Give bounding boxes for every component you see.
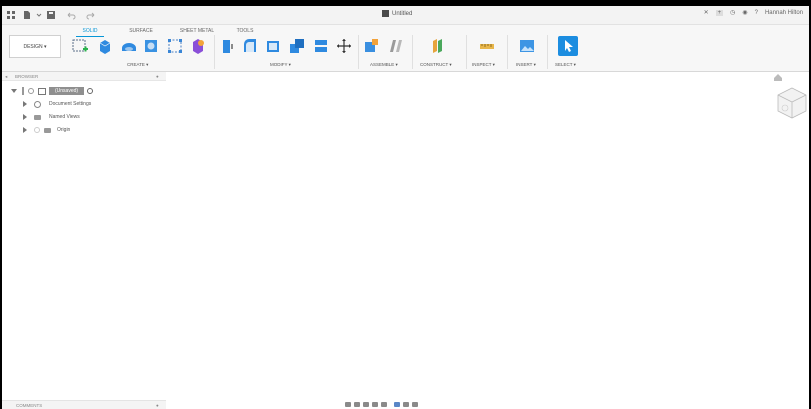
expand-icon[interactable] — [23, 114, 27, 120]
add-tab-icon[interactable]: + — [715, 9, 724, 16]
select-cursor-icon[interactable] — [558, 36, 578, 56]
separator — [466, 35, 467, 69]
revolve-icon[interactable] — [121, 38, 137, 54]
tab-surface[interactable]: SURFACE — [116, 26, 166, 37]
document-cube-icon — [382, 10, 389, 17]
grid-menu-icon[interactable] — [6, 10, 16, 20]
document-title: Untitled — [382, 10, 412, 17]
tree-root-row[interactable]: (Unsaved) — [11, 85, 94, 97]
tree-item-label: Document Settings — [49, 101, 92, 107]
job-status-icon[interactable]: ◷ — [730, 9, 735, 16]
create-group-label[interactable]: CREATE ▾ — [127, 62, 148, 68]
separator — [547, 35, 548, 69]
workspace-switcher-button[interactable]: DESIGN ▾ — [9, 35, 61, 58]
document-title-text: Untitled — [392, 10, 413, 17]
title-bar: Untitled ✕ + ◷ ◉ ? Hannah Hilton — [2, 6, 809, 25]
document-icon — [38, 87, 46, 95]
grid-settings-icon[interactable] — [403, 402, 409, 407]
app-window: Untitled ✕ + ◷ ◉ ? Hannah Hilton DESIGN … — [2, 6, 809, 409]
assemble-group-label[interactable]: ASSEMBLE ▾ — [370, 62, 398, 68]
view-cube[interactable] — [774, 84, 809, 126]
ribbon-tabs: SOLID SURFACE SHEET METAL TOOLS — [76, 26, 260, 37]
title-bar-right: ✕ + ◷ ◉ ? Hannah Hilton — [704, 9, 803, 16]
redo-icon[interactable] — [86, 10, 96, 20]
fillet-icon[interactable] — [242, 38, 258, 54]
browser-title: BROWSER — [15, 74, 39, 79]
shell-icon[interactable] — [265, 38, 281, 54]
pin-icon[interactable]: ● — [156, 403, 159, 408]
undo-icon[interactable] — [66, 10, 76, 20]
joint-icon[interactable] — [388, 38, 404, 54]
tree-item-document-settings[interactable]: Document Settings — [23, 98, 91, 110]
visibility-eye-icon[interactable] — [28, 88, 34, 94]
offset-plane-icon[interactable] — [430, 38, 446, 54]
new-component-icon[interactable] — [364, 38, 380, 54]
viewports-icon[interactable] — [412, 402, 418, 407]
tree-item-origin[interactable]: Origin — [23, 124, 70, 136]
separator — [214, 35, 215, 69]
split-body-icon[interactable] — [313, 38, 329, 54]
expand-icon[interactable] — [11, 89, 17, 93]
zoom-icon[interactable] — [372, 402, 378, 407]
navigation-bar — [345, 400, 418, 409]
gear-icon — [34, 100, 41, 108]
display-settings-icon[interactable] — [394, 402, 400, 407]
comments-panel-header[interactable]: COMMENTS ● — [2, 400, 166, 409]
visibility-eye-icon[interactable] — [34, 127, 40, 133]
move-icon[interactable] — [336, 38, 352, 54]
fit-icon[interactable] — [381, 402, 387, 407]
activate-radio-icon[interactable] — [87, 88, 94, 94]
insert-image-icon[interactable] — [519, 38, 535, 54]
expand-icon[interactable] — [23, 101, 27, 107]
pin-icon[interactable]: ● — [156, 74, 159, 79]
inspect-group-label[interactable]: INSPECT ▾ — [472, 62, 495, 68]
press-pull-icon[interactable] — [220, 38, 236, 54]
save-icon[interactable] — [46, 10, 56, 20]
notifications-icon[interactable]: ◉ — [742, 9, 747, 16]
user-name[interactable]: Hannah Hilton — [765, 10, 803, 16]
toolbar-ribbon: DESIGN ▾ SOLID SURFACE SHEET METAL TOOLS… — [2, 25, 809, 72]
pattern-icon[interactable] — [167, 38, 183, 54]
create-form-icon[interactable] — [190, 38, 206, 54]
help-icon[interactable]: ? — [755, 10, 758, 16]
look-at-icon[interactable] — [354, 402, 360, 407]
separator — [507, 35, 508, 69]
insert-group-label[interactable]: INSERT ▾ — [516, 62, 536, 68]
divider — [22, 87, 24, 95]
create-sketch-icon[interactable] — [72, 38, 88, 54]
combine-icon[interactable] — [289, 38, 305, 54]
close-tab-icon[interactable]: ✕ — [704, 9, 709, 16]
tree-item-named-views[interactable]: Named Views — [23, 111, 80, 123]
root-component-label[interactable]: (Unsaved) — [49, 87, 85, 95]
collapse-icon[interactable]: ◂ — [5, 74, 7, 80]
folder-icon — [34, 114, 41, 120]
select-group-label[interactable]: SELECT ▾ — [555, 62, 576, 68]
hole-icon[interactable] — [143, 38, 159, 54]
tab-solid[interactable]: SOLID — [76, 26, 104, 37]
measure-icon[interactable] — [479, 38, 495, 54]
separator — [358, 35, 359, 69]
tree-item-label: Named Views — [49, 114, 80, 120]
tree-item-label: Origin — [57, 127, 71, 133]
extrude-icon[interactable] — [97, 38, 113, 54]
tab-tools[interactable]: TOOLS — [230, 26, 260, 37]
browser-panel-header[interactable]: ◂ BROWSER ● — [2, 72, 166, 81]
file-icon[interactable] — [22, 10, 32, 20]
construct-group-label[interactable]: CONSTRUCT ▾ — [420, 62, 452, 68]
comments-title: COMMENTS — [16, 403, 43, 408]
separator — [412, 35, 413, 69]
folder-icon — [44, 127, 51, 133]
orbit-icon[interactable] — [345, 402, 351, 407]
home-view-icon[interactable] — [772, 72, 784, 82]
pan-icon[interactable] — [363, 402, 369, 407]
chevron-down-icon[interactable] — [34, 10, 44, 20]
expand-icon[interactable] — [23, 127, 27, 133]
modify-group-label[interactable]: MODIFY ▾ — [270, 62, 291, 68]
